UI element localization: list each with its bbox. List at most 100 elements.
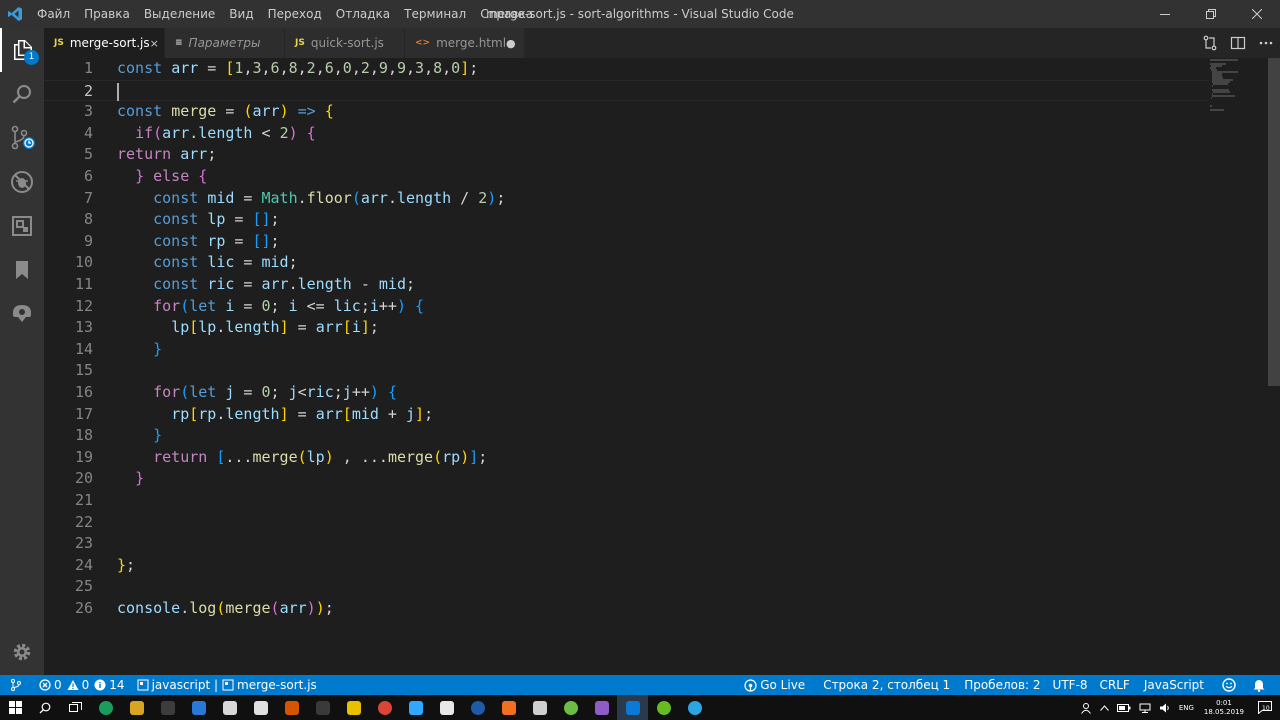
task-view-icon[interactable]	[60, 695, 90, 720]
code-line[interactable]: 23	[44, 533, 1209, 555]
code-line[interactable]: 4 if(arr.length < 2) {	[44, 123, 1209, 145]
code-line[interactable]: 11 const ric = arr.length - mid;	[44, 274, 1209, 296]
app-node-icon[interactable]	[555, 695, 586, 720]
code-line[interactable]: 8 const lp = [];	[44, 209, 1209, 231]
code-line[interactable]: 20 }	[44, 468, 1209, 490]
tab-close-icon[interactable]: ×	[150, 37, 159, 50]
app-vscode-icon[interactable]	[617, 695, 648, 720]
end-of-line[interactable]: CRLF	[1094, 675, 1136, 695]
feedback-smiley-icon[interactable]	[1212, 675, 1249, 695]
app-sublime-icon[interactable]	[493, 695, 524, 720]
tab-merge-html[interactable]: <> merge.html ●	[405, 28, 525, 58]
code-line[interactable]: 1 const arr = [1,3,6,8,2,6,0,2,9,9,3,8,0]…	[44, 58, 1209, 80]
app-document-icon[interactable]	[245, 695, 276, 720]
code-line[interactable]: 2	[44, 79, 1209, 102]
source-control-icon[interactable]	[0, 116, 44, 160]
app-orange-icon[interactable]	[276, 695, 307, 720]
app-notepad-icon[interactable]	[183, 695, 214, 720]
app-terminal-icon[interactable]	[307, 695, 338, 720]
code-line[interactable]: 22	[44, 512, 1209, 534]
volume-icon[interactable]	[1155, 695, 1175, 720]
live-share-icon[interactable]	[0, 292, 44, 336]
split-editor-icon[interactable]	[1224, 28, 1252, 58]
app-cloud-icon[interactable]	[524, 695, 555, 720]
encoding[interactable]: UTF-8	[1047, 675, 1094, 695]
network-icon[interactable]	[1135, 695, 1155, 720]
extensions-icon[interactable]	[0, 204, 44, 248]
action-center-icon[interactable]: 10	[1250, 695, 1280, 720]
open-changes-icon[interactable]	[1196, 28, 1224, 58]
battery-icon[interactable]	[1113, 695, 1135, 720]
code-line[interactable]: 7 const mid = Math.floor(arr.length / 2)…	[44, 188, 1209, 210]
close-window-button[interactable]	[1234, 0, 1280, 28]
code-line[interactable]: 3 const merge = (arr) => {	[44, 101, 1209, 123]
taskbar-search-icon[interactable]	[30, 695, 60, 720]
menu-item-0[interactable]: Файл	[30, 0, 77, 28]
menu-item-7[interactable]: Справка	[473, 0, 540, 28]
code-line[interactable]: 6 } else {	[44, 166, 1209, 188]
bookmark-icon[interactable]	[0, 248, 44, 292]
debug-icon[interactable]	[0, 160, 44, 204]
app-photoshop-icon[interactable]	[400, 695, 431, 720]
explorer-icon[interactable]: 1	[0, 28, 44, 72]
menu-item-5[interactable]: Отладка	[329, 0, 397, 28]
indentation[interactable]: Пробелов: 2	[958, 675, 1046, 695]
code-line[interactable]: 19 return [...merge(lp) , ...merge(rp)];	[44, 447, 1209, 469]
code-line[interactable]: 16 for(let j = 0; j<ric;j++) {	[44, 382, 1209, 404]
app-yellow-icon[interactable]	[338, 695, 369, 720]
notifications-bell-icon[interactable]	[1249, 675, 1280, 695]
scrollbar-thumb[interactable]	[1268, 58, 1280, 386]
windows-start-icon[interactable]	[0, 695, 30, 720]
code-line[interactable]: 25	[44, 576, 1209, 598]
code-line[interactable]: 13 lp[lp.length] = arr[i];	[44, 317, 1209, 339]
cursor-position[interactable]: Строка 2, столбец 1	[811, 675, 958, 695]
code-line[interactable]: 12 for(let i = 0; i <= lic;i++) {	[44, 296, 1209, 318]
minimap[interactable]	[1208, 58, 1266, 118]
vertical-scrollbar[interactable]	[1268, 58, 1280, 675]
input-language[interactable]: ENG	[1175, 695, 1198, 720]
app-explorer-icon[interactable]	[121, 695, 152, 720]
app-visual-studio-icon[interactable]	[586, 695, 617, 720]
app-chrome-icon[interactable]	[369, 695, 400, 720]
remote-indicator[interactable]	[0, 675, 35, 695]
person-icon[interactable]	[1076, 695, 1096, 720]
tray-chevron-up-icon[interactable]	[1096, 695, 1113, 720]
language-file-indicator[interactable]: javascript | merge-sort.js	[129, 675, 323, 695]
code-line[interactable]: 26 console.log(merge(arr));	[44, 598, 1209, 620]
code-line[interactable]: 24};	[44, 555, 1209, 577]
menu-item-6[interactable]: Терминал	[397, 0, 473, 28]
app-torrent-icon[interactable]	[648, 695, 679, 720]
code-line[interactable]: 18 }	[44, 425, 1209, 447]
search-icon[interactable]	[0, 72, 44, 116]
system-clock[interactable]: 0:01 18.05.2019	[1198, 699, 1250, 717]
problems-indicator[interactable]: 0 0 14	[35, 675, 129, 695]
language-mode[interactable]: JavaScript	[1136, 675, 1212, 695]
minimize-button[interactable]	[1142, 0, 1188, 28]
unsaved-dot-icon[interactable]: ●	[506, 37, 516, 50]
go-live-button[interactable]: Go Live	[738, 675, 811, 695]
app-steam-icon[interactable]	[152, 695, 183, 720]
app-close-icon[interactable]	[431, 695, 462, 720]
app-telegram-icon[interactable]	[679, 695, 710, 720]
restore-button[interactable]	[1188, 0, 1234, 28]
menu-item-4[interactable]: Переход	[261, 0, 329, 28]
code-line[interactable]: 10 const lic = mid;	[44, 252, 1209, 274]
more-actions-icon[interactable]	[1252, 28, 1280, 58]
code-line[interactable]: 15	[44, 360, 1209, 382]
code-line[interactable]: 9 const rp = [];	[44, 231, 1209, 253]
tab-quick-sort[interactable]: JS quick-sort.js	[285, 28, 405, 58]
app-blue-icon[interactable]	[462, 695, 493, 720]
menu-item-2[interactable]: Выделение	[137, 0, 222, 28]
tab-settings[interactable]: ≡ Параметры	[165, 28, 285, 58]
code-line[interactable]: 17 rp[rp.length] = arr[mid + j];	[44, 404, 1209, 426]
menu-item-3[interactable]: Вид	[222, 0, 260, 28]
code-line[interactable]: 21	[44, 490, 1209, 512]
code-line[interactable]: 14 }	[44, 339, 1209, 361]
code-editor[interactable]: 1 const arr = [1,3,6,8,2,6,0,2,9,9,3,8,0]…	[44, 58, 1280, 675]
code-line[interactable]: 5 return arr;	[44, 144, 1209, 166]
menu-item-1[interactable]: Правка	[77, 0, 137, 28]
app-file-icon[interactable]	[214, 695, 245, 720]
app-green-icon[interactable]	[90, 695, 121, 720]
gear-icon[interactable]	[0, 630, 44, 674]
tab-merge-sort[interactable]: JS merge-sort.js ×	[44, 28, 165, 58]
